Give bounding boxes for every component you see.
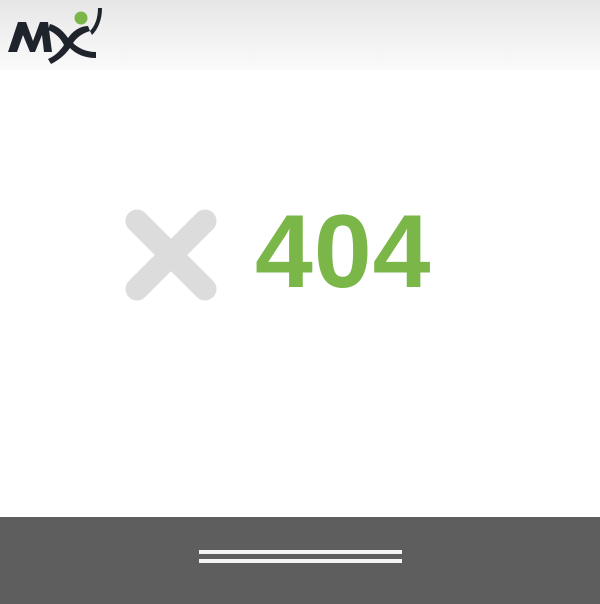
error-content: 404 (0, 70, 600, 517)
error-code: 404 (255, 194, 432, 310)
menu-line (199, 550, 402, 554)
page: 404 (0, 0, 600, 604)
mx-logo-icon[interactable] (6, 4, 102, 66)
site-footer (0, 517, 600, 604)
menu-line (199, 559, 402, 563)
site-header (0, 0, 600, 70)
x-icon (125, 209, 217, 301)
